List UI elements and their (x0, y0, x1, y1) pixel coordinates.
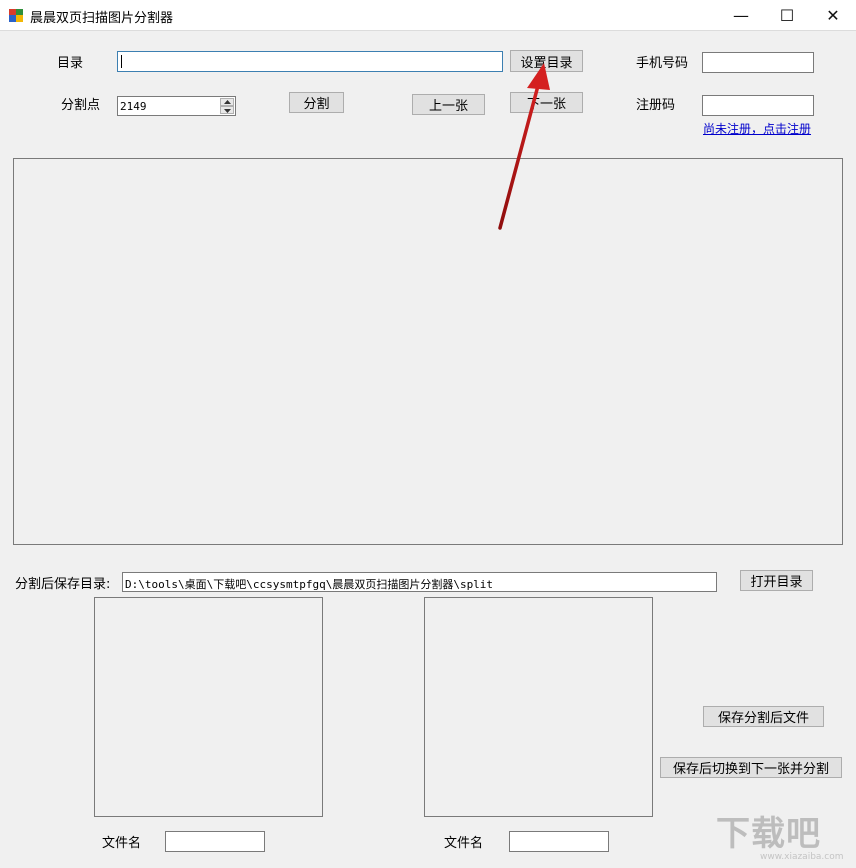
close-icon: ✕ (826, 5, 840, 25)
maximize-button[interactable]: ☐ (764, 0, 810, 30)
maximize-icon: ☐ (779, 5, 795, 25)
image-preview-panel (13, 158, 843, 545)
save-split-files-button[interactable]: 保存分割后文件 (703, 706, 824, 727)
previous-button[interactable]: 上一张 (412, 94, 485, 115)
watermark-logo: 下载吧 www.xiazaiba.com (716, 806, 852, 866)
save-and-next-button[interactable]: 保存后切换到下一张并分割 (660, 757, 842, 778)
close-button[interactable]: ✕ (810, 0, 856, 30)
directory-input[interactable] (117, 51, 503, 72)
open-directory-button[interactable]: 打开目录 (740, 570, 813, 591)
registration-code-input[interactable] (702, 95, 814, 116)
watermark-url: www.xiazaiba.com (760, 852, 844, 862)
window-title: 晨晨双页扫描图片分割器 (30, 11, 174, 26)
register-link[interactable]: 尚未注册，点击注册 (703, 120, 811, 137)
split-button[interactable]: 分割 (289, 92, 344, 113)
minimize-button[interactable]: — (718, 0, 764, 30)
output-directory-input[interactable]: D:\tools\桌面\下载吧\ccsysmtpfgq\晨晨双页扫描图片分割器\… (122, 572, 717, 592)
registration-code-label: 注册码 (636, 98, 676, 113)
split-point-label: 分割点 (61, 98, 101, 113)
chevron-up-icon (224, 100, 231, 104)
output-directory-label: 分割后保存目录: (15, 577, 111, 592)
phone-input[interactable] (702, 52, 814, 73)
left-filename-input[interactable] (165, 831, 265, 852)
watermark-text: 下载吧 (716, 814, 821, 854)
stepper-up-button[interactable] (220, 98, 234, 106)
right-filename-input[interactable] (509, 831, 609, 852)
output-directory-value: D:\tools\桌面\下载吧\ccsysmtpfgq\晨晨双页扫描图片分割器\… (125, 578, 494, 591)
text-cursor (121, 55, 122, 68)
right-filename-label: 文件名 (444, 836, 484, 851)
annotation-arrow-icon (498, 63, 550, 230)
phone-label: 手机号码 (636, 56, 689, 71)
split-point-stepper[interactable]: 2149 (117, 96, 236, 116)
title-bar: 晨晨双页扫描图片分割器 — ☐ ✕ (0, 0, 856, 31)
left-page-preview (94, 597, 323, 817)
directory-label: 目录 (57, 56, 84, 71)
right-page-preview (424, 597, 653, 817)
minimize-icon: — (733, 5, 749, 25)
chevron-down-icon (224, 109, 231, 113)
stepper-down-button[interactable] (220, 106, 234, 114)
left-filename-label: 文件名 (102, 836, 142, 851)
app-icon (9, 9, 23, 22)
split-point-value: 2149 (120, 100, 147, 113)
